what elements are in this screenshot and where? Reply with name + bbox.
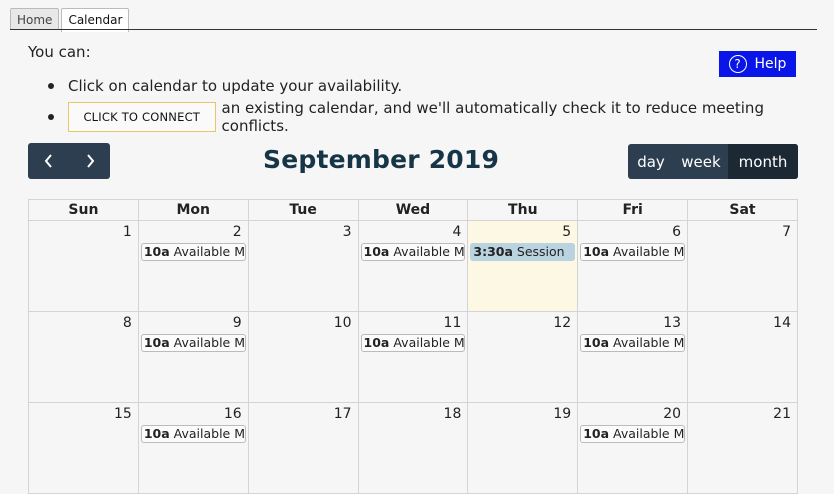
weekday-header: Sat: [687, 199, 798, 221]
tab-bar: Home Calendar: [10, 8, 131, 32]
day-number: 15: [114, 406, 132, 422]
view-switcher: day week month: [628, 144, 798, 179]
day-number: 6: [672, 224, 682, 240]
chevron-right-icon: [86, 154, 94, 168]
day-number: 8: [122, 315, 132, 331]
tab-home[interactable]: Home: [10, 8, 60, 30]
weekday-header-row: Sun Mon Tue Wed Thu Fri Sat: [28, 199, 798, 221]
weekday-header: Thu: [467, 199, 579, 221]
list-item: CLICK TO CONNECT an existing calendar, a…: [48, 99, 834, 135]
next-month-button[interactable]: [69, 143, 110, 179]
calendar-day-cell[interactable]: 4 10a Available MWF: [357, 220, 469, 312]
question-icon: ?: [728, 55, 747, 73]
tab-divider: [10, 29, 817, 30]
event-time: 10a: [363, 244, 390, 259]
calendar-week-row: 8 9 10a Available MWF 10 11 10a Available MWF…: [28, 311, 798, 403]
event-title: Available MWF: [393, 244, 465, 259]
calendar-day-cell[interactable]: 5 3:30a Session: [467, 220, 579, 312]
day-number: 1: [122, 224, 132, 240]
day-number: 16: [223, 406, 242, 422]
calendar-day-cell[interactable]: 8: [28, 311, 139, 403]
event-time: 10a: [143, 244, 170, 259]
event-title: Session: [516, 244, 565, 259]
availability-event[interactable]: 10a Available MWF: [360, 334, 466, 352]
calendar-day-cell[interactable]: 14: [687, 311, 798, 403]
event-time: 10a: [583, 335, 610, 350]
event-time: 10a: [363, 335, 390, 350]
day-number: 13: [663, 315, 682, 331]
day-number: 9: [232, 315, 242, 331]
help-label: Help: [754, 56, 787, 72]
prev-month-button[interactable]: [28, 143, 69, 179]
calendar-grid: Sun Mon Tue Wed Thu Fri Sat 1 2 10a Availa…: [28, 199, 798, 494]
availability-event[interactable]: 10a Available MWF: [140, 243, 246, 261]
view-day-button[interactable]: day: [628, 144, 674, 179]
day-number: 7: [782, 224, 791, 240]
weekday-header: Wed: [357, 199, 469, 221]
event-title: Available MWF: [613, 335, 685, 350]
event-title: Available MWF: [173, 426, 246, 441]
day-number: 5: [562, 224, 572, 240]
event-time: 10a: [583, 426, 610, 441]
day-number: 21: [773, 406, 791, 422]
calendar-day-cell[interactable]: 1: [28, 220, 139, 312]
view-month-button[interactable]: month: [728, 144, 798, 179]
instruction-text: an existing calendar, and we'll automati…: [221, 99, 764, 135]
calendar-day-cell[interactable]: 13 10a Available MWF: [577, 311, 689, 403]
event-time: 3:30a: [473, 244, 513, 259]
availability-event[interactable]: 10a Available MWF: [580, 425, 686, 443]
calendar-day-cell[interactable]: 9 10a Available MWF: [137, 311, 249, 403]
list-item: Click on calendar to update your availab…: [48, 74, 834, 98]
event-time: 10a: [583, 244, 610, 259]
calendar-day-cell[interactable]: 3: [247, 220, 359, 312]
instruction-list: Click on calendar to update your availab…: [48, 74, 834, 135]
availability-event[interactable]: 10a Available MWF: [360, 243, 466, 261]
view-week-button[interactable]: week: [674, 144, 728, 179]
click-to-connect-button[interactable]: CLICK TO CONNECT: [67, 102, 216, 132]
day-number: 10: [333, 315, 352, 331]
weekday-header: Mon: [137, 199, 249, 221]
calendar-week-row: 1 2 10a Available MWF 3 4 10a Available MWF 5 3…: [28, 220, 798, 312]
availability-event[interactable]: 10a Available MWF: [140, 425, 246, 443]
event-title: Available MWF: [173, 244, 246, 259]
calendar-day-cell[interactable]: 2 10a Available MWF: [137, 220, 249, 312]
session-event[interactable]: 3:30a Session: [470, 243, 576, 261]
day-number: 3: [342, 224, 352, 240]
day-number: 14: [773, 315, 791, 331]
event-title: Available MWF: [173, 335, 246, 350]
month-navigation: [28, 143, 110, 179]
intro-text: You can:: [28, 43, 91, 61]
availability-event[interactable]: 10a Available MWF: [580, 334, 686, 352]
bullet-icon: [48, 83, 54, 89]
event-title: Available MWF: [393, 335, 465, 350]
availability-event[interactable]: 10a Available MWF: [580, 243, 686, 261]
event-time: 10a: [143, 426, 170, 441]
calendar-day-cell[interactable]: 10: [247, 311, 359, 403]
day-number: 18: [443, 406, 462, 422]
day-number: 17: [333, 406, 352, 422]
calendar-day-cell[interactable]: 6 10a Available MWF: [577, 220, 689, 312]
weekday-header: Sun: [28, 199, 139, 221]
day-number: 11: [443, 315, 462, 331]
calendar-day-cell[interactable]: 7: [687, 220, 798, 312]
day-number: 2: [232, 224, 242, 240]
month-title: September 2019: [263, 145, 500, 174]
event-time: 10a: [143, 335, 170, 350]
weekday-header: Fri: [577, 199, 689, 221]
event-title: Available MWF: [613, 244, 685, 259]
availability-event[interactable]: 10a Available MWF: [140, 334, 246, 352]
calendar-day-cell[interactable]: 11 10a Available MWF: [357, 311, 469, 403]
day-number: 12: [553, 315, 572, 331]
day-number: 4: [452, 224, 462, 240]
event-title: Available MWF: [613, 426, 685, 441]
day-number: 19: [553, 406, 572, 422]
bullet-icon: [48, 114, 54, 120]
chevron-left-icon: [44, 154, 52, 168]
weekday-header: Tue: [247, 199, 359, 221]
calendar-day-cell[interactable]: 12: [467, 311, 579, 403]
day-number: 20: [663, 406, 682, 422]
instruction-text: Click on calendar to update your availab…: [68, 77, 403, 95]
